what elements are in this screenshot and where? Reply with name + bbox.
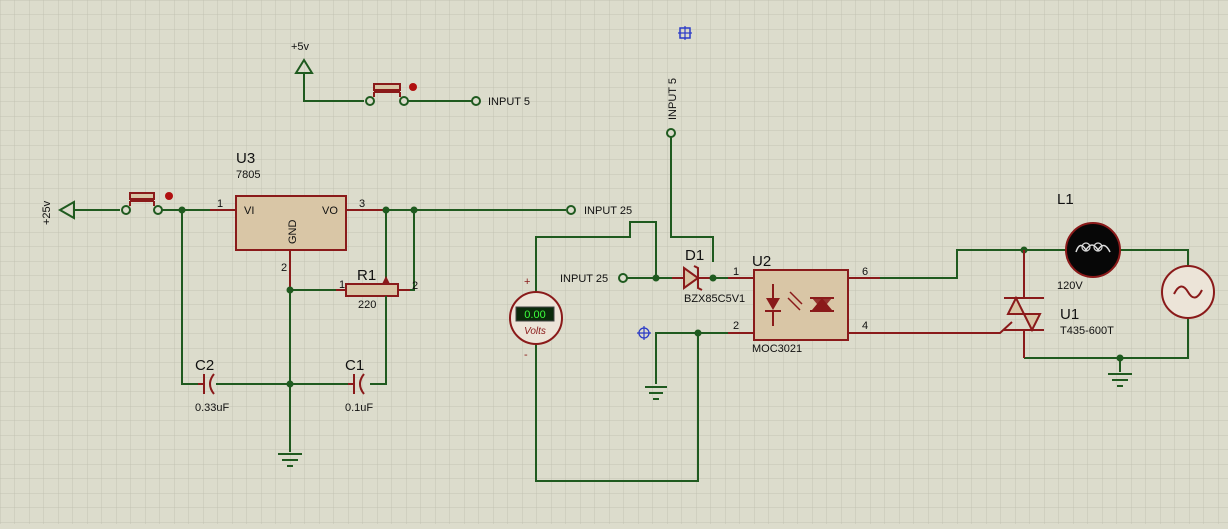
cursor-crosshair: [678, 26, 692, 40]
svg-text:GND: GND: [287, 220, 299, 245]
svg-text:INPUT 5: INPUT 5: [667, 78, 679, 120]
junction: [178, 206, 186, 214]
grid-background: [0, 0, 1228, 524]
svg-text:7805: 7805: [236, 169, 260, 181]
svg-text:INPUT 25: INPUT 25: [584, 205, 632, 217]
svg-text:L1: L1: [1057, 191, 1074, 208]
svg-text:120V: 120V: [1057, 280, 1083, 292]
svg-text:-: -: [524, 349, 528, 361]
svg-text:1: 1: [733, 266, 739, 278]
svg-text:VI: VI: [244, 205, 254, 217]
svg-text:2: 2: [733, 320, 739, 332]
schematic-svg: +5v INPUT 5 +25v U3 7805 VI VO GND 1 3 2…: [0, 0, 1228, 524]
svg-text:D1: D1: [685, 247, 704, 264]
junction: [694, 329, 702, 337]
svg-text:U2: U2: [752, 253, 771, 270]
svg-text:1: 1: [217, 198, 223, 210]
svg-text:6: 6: [862, 266, 868, 278]
svg-text:MOC3021: MOC3021: [752, 343, 802, 355]
ac-source[interactable]: [1161, 265, 1215, 319]
schematic-canvas[interactable]: +5v INPUT 5 +25v U3 7805 VI VO GND 1 3 2…: [0, 0, 1228, 524]
junction: [286, 380, 294, 388]
svg-text:+25v: +25v: [41, 200, 53, 225]
svg-text:1: 1: [339, 279, 345, 291]
svg-text:T435-600T: T435-600T: [1060, 325, 1114, 337]
svg-text:+: +: [524, 276, 530, 288]
svg-text:C2: C2: [195, 357, 214, 374]
svg-text:220: 220: [358, 299, 376, 311]
svg-text:U1: U1: [1060, 306, 1079, 323]
svg-text:0.33uF: 0.33uF: [195, 402, 230, 414]
svg-text:+5v: +5v: [291, 41, 310, 53]
svg-text:0.1uF: 0.1uF: [345, 402, 373, 414]
svg-text:R1: R1: [357, 267, 376, 284]
svg-text:Volts: Volts: [524, 326, 546, 337]
svg-text:2: 2: [412, 280, 418, 292]
svg-text:4: 4: [862, 320, 868, 332]
svg-text:VO: VO: [322, 205, 338, 217]
svg-text:3: 3: [359, 198, 365, 210]
junction: [652, 274, 660, 282]
svg-text:C1: C1: [345, 357, 364, 374]
svg-text:BZX85C5V1: BZX85C5V1: [684, 293, 745, 305]
svg-text:INPUT 5: INPUT 5: [488, 96, 530, 108]
svg-text:0.00: 0.00: [524, 309, 545, 321]
svg-text:INPUT 25: INPUT 25: [560, 273, 608, 285]
svg-text:2: 2: [281, 262, 287, 274]
svg-text:U3: U3: [236, 150, 255, 167]
